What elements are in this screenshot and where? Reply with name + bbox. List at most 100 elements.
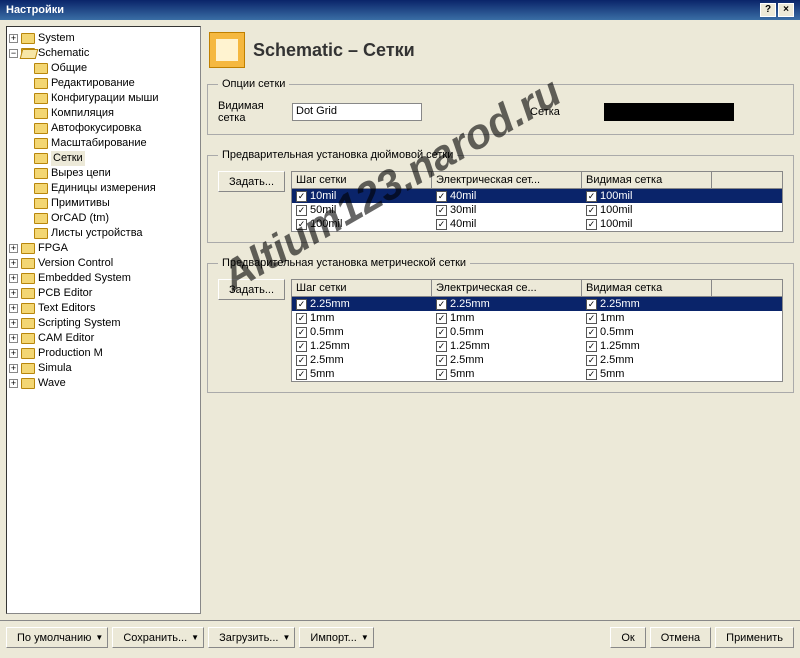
import-button[interactable]: Импорт...▼ [299, 627, 373, 648]
col-vis[interactable]: Видимая сетка [582, 280, 712, 296]
col-vis[interactable]: Видимая сетка [582, 172, 712, 188]
checkbox[interactable]: ✓ [586, 299, 597, 310]
checkbox[interactable]: ✓ [296, 341, 307, 352]
checkbox[interactable]: ✓ [586, 355, 597, 366]
expand-icon[interactable]: + [9, 34, 18, 43]
expand-icon[interactable]: + [9, 334, 18, 343]
save-button[interactable]: Сохранить...▼ [112, 627, 204, 648]
table-row[interactable]: ✓1.25mm✓1.25mm✓1.25mm [292, 339, 782, 353]
grid-color-swatch[interactable] [604, 103, 734, 121]
checkbox[interactable]: ✓ [586, 341, 597, 352]
checkbox[interactable]: ✓ [436, 205, 447, 216]
table-row[interactable]: ✓1mm✓1mm✓1mm [292, 311, 782, 325]
tree-item-вырез-цепи[interactable]: Вырез цепи [23, 166, 198, 181]
tree-item-wave[interactable]: +Wave [9, 376, 198, 391]
checkbox[interactable]: ✓ [586, 369, 597, 380]
expand-icon[interactable]: + [9, 244, 18, 253]
checkbox[interactable]: ✓ [296, 327, 307, 338]
col-elec[interactable]: Электрическая се... [432, 280, 582, 296]
checkbox[interactable]: ✓ [296, 299, 307, 310]
expand-icon[interactable]: + [9, 319, 18, 328]
tree-item-конфигурации-мыши[interactable]: Конфигурации мыши [23, 91, 198, 106]
checkbox[interactable]: ✓ [586, 313, 597, 324]
expand-icon[interactable]: + [9, 259, 18, 268]
table-row[interactable]: ✓100mil✓40mil✓100mil [292, 217, 782, 231]
col-step[interactable]: Шаг сетки [292, 280, 432, 296]
table-row[interactable]: ✓50mil✓30mil✓100mil [292, 203, 782, 217]
tree-item-embedded-system[interactable]: +Embedded System [9, 271, 198, 286]
tree-item-fpga[interactable]: +FPGA [9, 241, 198, 256]
defaults-button[interactable]: По умолчанию▼ [6, 627, 108, 648]
page-title: Schematic – Сетки [253, 40, 415, 61]
help-button[interactable]: ? [760, 3, 776, 17]
expand-icon[interactable]: + [9, 379, 18, 388]
checkbox[interactable]: ✓ [436, 313, 447, 324]
set-metric-button[interactable]: Задать... [218, 279, 285, 300]
tree-item-orcad-(tm)[interactable]: OrCAD (tm) [23, 211, 198, 226]
tree-item-simula[interactable]: +Simula [9, 361, 198, 376]
checkbox[interactable]: ✓ [296, 219, 307, 230]
load-button[interactable]: Загрузить...▼ [208, 627, 295, 648]
folder-icon [34, 63, 48, 74]
checkbox[interactable]: ✓ [586, 327, 597, 338]
table-cell: ✓2.5mm [582, 353, 712, 367]
tree-item-единицы-измерения[interactable]: Единицы измерения [23, 181, 198, 196]
expand-icon[interactable]: + [9, 349, 18, 358]
tree-item-компиляция[interactable]: Компиляция [23, 106, 198, 121]
tree-item-общие[interactable]: Общие [23, 61, 198, 76]
table-row[interactable]: ✓2.5mm✓2.5mm✓2.5mm [292, 353, 782, 367]
checkbox[interactable]: ✓ [296, 191, 307, 202]
expand-icon[interactable]: + [9, 364, 18, 373]
ok-button[interactable]: Ок [610, 627, 645, 648]
cancel-button[interactable]: Отмена [650, 627, 711, 648]
checkbox[interactable]: ✓ [296, 313, 307, 324]
imperial-grid[interactable]: Шаг сетки Электрическая сет... Видимая с… [291, 171, 783, 232]
set-imperial-button[interactable]: Задать... [218, 171, 285, 192]
tree-item-автофокусировка[interactable]: Автофокусировка [23, 121, 198, 136]
checkbox[interactable]: ✓ [436, 341, 447, 352]
apply-button[interactable]: Применить [715, 627, 794, 648]
checkbox[interactable]: ✓ [436, 219, 447, 230]
collapse-icon[interactable]: − [9, 49, 18, 58]
checkbox[interactable]: ✓ [586, 205, 597, 216]
checkbox[interactable]: ✓ [586, 191, 597, 202]
checkbox[interactable]: ✓ [296, 205, 307, 216]
tree-item-version-control[interactable]: +Version Control [9, 256, 198, 271]
expand-icon[interactable]: + [9, 304, 18, 313]
col-step[interactable]: Шаг сетки [292, 172, 432, 188]
table-cell: ✓1mm [582, 311, 712, 325]
col-elec[interactable]: Электрическая сет... [432, 172, 582, 188]
checkbox[interactable]: ✓ [436, 191, 447, 202]
checkbox[interactable]: ✓ [436, 355, 447, 366]
tree-item-schematic[interactable]: − Schematic [9, 46, 198, 61]
checkbox[interactable]: ✓ [436, 369, 447, 380]
tree-item-сетки[interactable]: Сетки [23, 151, 198, 166]
checkbox[interactable]: ✓ [586, 219, 597, 230]
caret-down-icon: ▼ [191, 633, 199, 642]
tree-item-system[interactable]: + System [9, 31, 198, 46]
tree-item-pcb-editor[interactable]: +PCB Editor [9, 286, 198, 301]
tree-item-production-m[interactable]: +Production M [9, 346, 198, 361]
expand-icon[interactable]: + [9, 274, 18, 283]
tree-item-scripting-system[interactable]: +Scripting System [9, 316, 198, 331]
expand-icon[interactable]: + [9, 289, 18, 298]
close-button[interactable]: × [778, 3, 794, 17]
tree-item-cam-editor[interactable]: +CAM Editor [9, 331, 198, 346]
checkbox[interactable]: ✓ [436, 299, 447, 310]
tree-panel[interactable]: + System − Schematic ОбщиеРедактирование… [6, 26, 201, 614]
tree-item-text-editors[interactable]: +Text Editors [9, 301, 198, 316]
table-row[interactable]: ✓10mil✓40mil✓100mil [292, 189, 782, 203]
checkbox[interactable]: ✓ [296, 369, 307, 380]
table-cell: ✓5mm [582, 367, 712, 381]
table-row[interactable]: ✓2.25mm✓2.25mm✓2.25mm [292, 297, 782, 311]
table-row[interactable]: ✓0.5mm✓0.5mm✓0.5mm [292, 325, 782, 339]
table-row[interactable]: ✓5mm✓5mm✓5mm [292, 367, 782, 381]
tree-item-редактирование[interactable]: Редактирование [23, 76, 198, 91]
visible-grid-dropdown[interactable]: Dot Grid [292, 103, 422, 121]
tree-item-масштабирование[interactable]: Масштабирование [23, 136, 198, 151]
metric-grid[interactable]: Шаг сетки Электрическая се... Видимая се… [291, 279, 783, 382]
checkbox[interactable]: ✓ [436, 327, 447, 338]
checkbox[interactable]: ✓ [296, 355, 307, 366]
tree-item-листы-устройства[interactable]: Листы устройства [23, 226, 198, 241]
tree-item-примитивы[interactable]: Примитивы [23, 196, 198, 211]
